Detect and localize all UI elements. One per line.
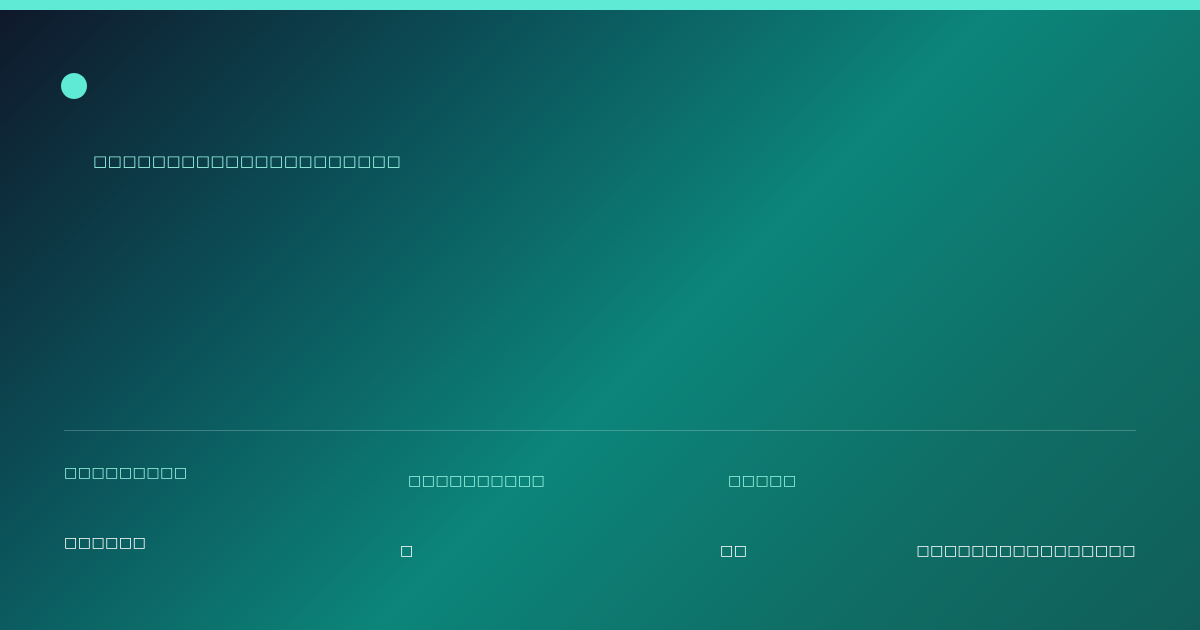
top-accent-bar — [0, 0, 1200, 10]
accent-dot-icon — [61, 73, 87, 99]
page-subtitle: □□□□□□□□□□□□□□□□□□□□□ — [93, 152, 402, 170]
divider — [64, 430, 1136, 431]
stat-value-3: □□ — [720, 543, 748, 559]
stat-label-1: □□□□□□□□□ — [64, 465, 188, 481]
stat-value-4: □□□□□□□□□□□□□□□□ — [916, 543, 1136, 559]
stat-label-3: □□□□□ — [728, 473, 797, 489]
stat-value-2: □ — [400, 543, 414, 559]
stat-value-1: □□□□□□ — [64, 535, 147, 551]
stat-label-2: □□□□□□□□□□ — [408, 473, 546, 489]
